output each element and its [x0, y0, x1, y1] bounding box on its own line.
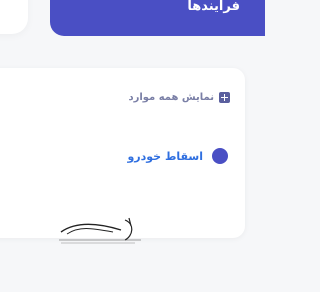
show-all-link[interactable]: نمایش همه موارد — [128, 92, 230, 103]
processes-button-label: فرایندها — [187, 0, 240, 14]
top-left-card — [0, 0, 28, 34]
process-item-label: اسقاط خودرو — [127, 149, 203, 163]
plus-square-icon — [219, 92, 230, 103]
processes-button[interactable]: فرایندها — [50, 0, 265, 36]
process-item[interactable]: اسقاط خودرو — [127, 148, 228, 164]
bottom-text-line — [10, 279, 265, 292]
show-all-label: نمایش همه موارد — [128, 92, 214, 103]
bullet-dot-icon — [212, 148, 228, 164]
page: فرایندها نمایش همه موارد اسقاط خودرو — [0, 0, 265, 292]
watermark-logo — [59, 217, 141, 244]
